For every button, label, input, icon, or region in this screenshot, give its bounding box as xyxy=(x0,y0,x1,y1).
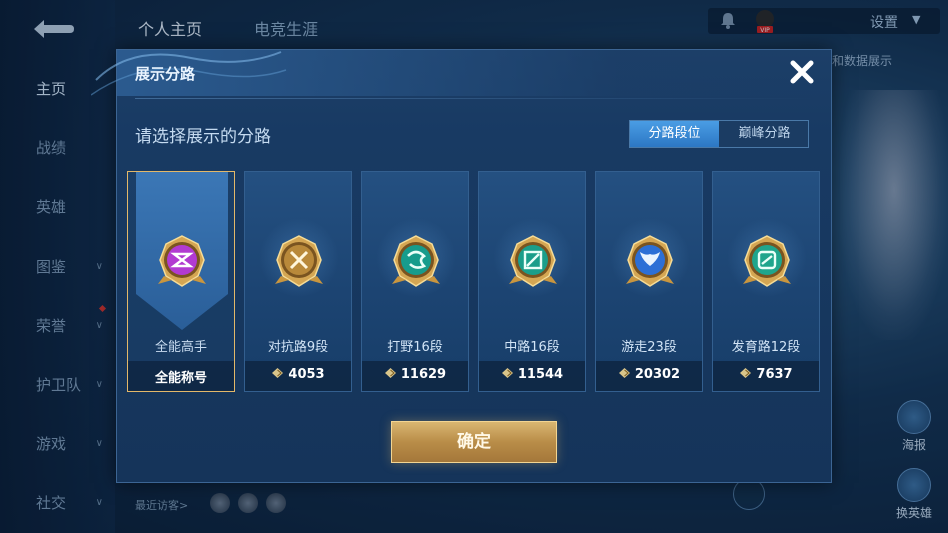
lane-score-bar: 4053 xyxy=(245,361,351,391)
lane-score-value: 20302 xyxy=(634,367,681,382)
score-icon xyxy=(501,368,513,378)
score-icon xyxy=(618,368,630,378)
lane-card[interactable]: 游走23段 20302 xyxy=(595,171,703,392)
lane-name: 全能高手 xyxy=(154,340,207,355)
modal-title: 展示分路 xyxy=(135,65,196,83)
lane-card[interactable]: 发育路12段 7637 xyxy=(712,171,820,392)
lane-display-modal: 展示分路 请选择展示的分路 分路段位 巅峰分路 全能高手 全能称号 对抗路9段 405… xyxy=(91,49,832,483)
score-icon xyxy=(384,368,396,378)
modal-subtitle: 请选择展示的分路 xyxy=(135,127,271,147)
lane-card[interactable]: 对抗路9段 4053 xyxy=(244,171,352,392)
lane-score: 7637 xyxy=(713,367,819,382)
mid-lane-icon xyxy=(509,235,557,287)
lane-score: 4053 xyxy=(245,367,351,382)
lane-name: 对抗路9段 xyxy=(267,340,329,355)
score-icon xyxy=(740,368,752,378)
lane-name: 发育路12段 xyxy=(731,340,801,355)
divider xyxy=(135,98,815,99)
jungle-dragon-icon xyxy=(392,235,440,287)
lane-card-selected[interactable]: 全能高手 全能称号 xyxy=(127,171,235,392)
lane-score: 11629 xyxy=(362,367,468,382)
toggle-lane-rank[interactable]: 分路段位 xyxy=(630,121,719,147)
lane-score-value: 4053 xyxy=(288,367,325,382)
lane-name: 打野16段 xyxy=(387,340,443,355)
lane-score-bar: 7637 xyxy=(713,361,819,391)
lane-score-value: 11629 xyxy=(400,367,447,382)
lane-score-value: 11544 xyxy=(517,367,564,382)
roam-wings-icon xyxy=(626,235,674,287)
close-icon[interactable] xyxy=(785,55,819,89)
lane-card[interactable]: 中路16段 11544 xyxy=(478,171,586,392)
lane-score-value: 7637 xyxy=(756,367,793,382)
all-round-master-icon xyxy=(158,235,206,287)
lane-name: 中路16段 xyxy=(504,340,560,355)
lane-score-bar: 全能称号 xyxy=(128,361,234,391)
lane-score-bar: 11629 xyxy=(362,361,468,391)
lane-score-bar: 20302 xyxy=(596,361,702,391)
lane-score: 全能称号 xyxy=(128,367,234,386)
lane-score-bar: 11544 xyxy=(479,361,585,391)
lane-score: 11544 xyxy=(479,367,585,382)
lane-name: 游走23段 xyxy=(621,340,677,355)
lane-card[interactable]: 打野16段 11629 xyxy=(361,171,469,392)
lane-score-value: 全能称号 xyxy=(154,371,207,386)
confirm-button[interactable]: 确定 xyxy=(391,421,557,463)
toggle-peak-lane[interactable]: 巅峰分路 xyxy=(720,121,809,147)
farm-lane-icon xyxy=(743,235,791,287)
score-icon xyxy=(272,368,284,378)
clash-lane-icon xyxy=(275,235,323,287)
lane-mode-toggle: 分路段位 巅峰分路 xyxy=(629,120,809,148)
lane-score: 20302 xyxy=(596,367,702,382)
